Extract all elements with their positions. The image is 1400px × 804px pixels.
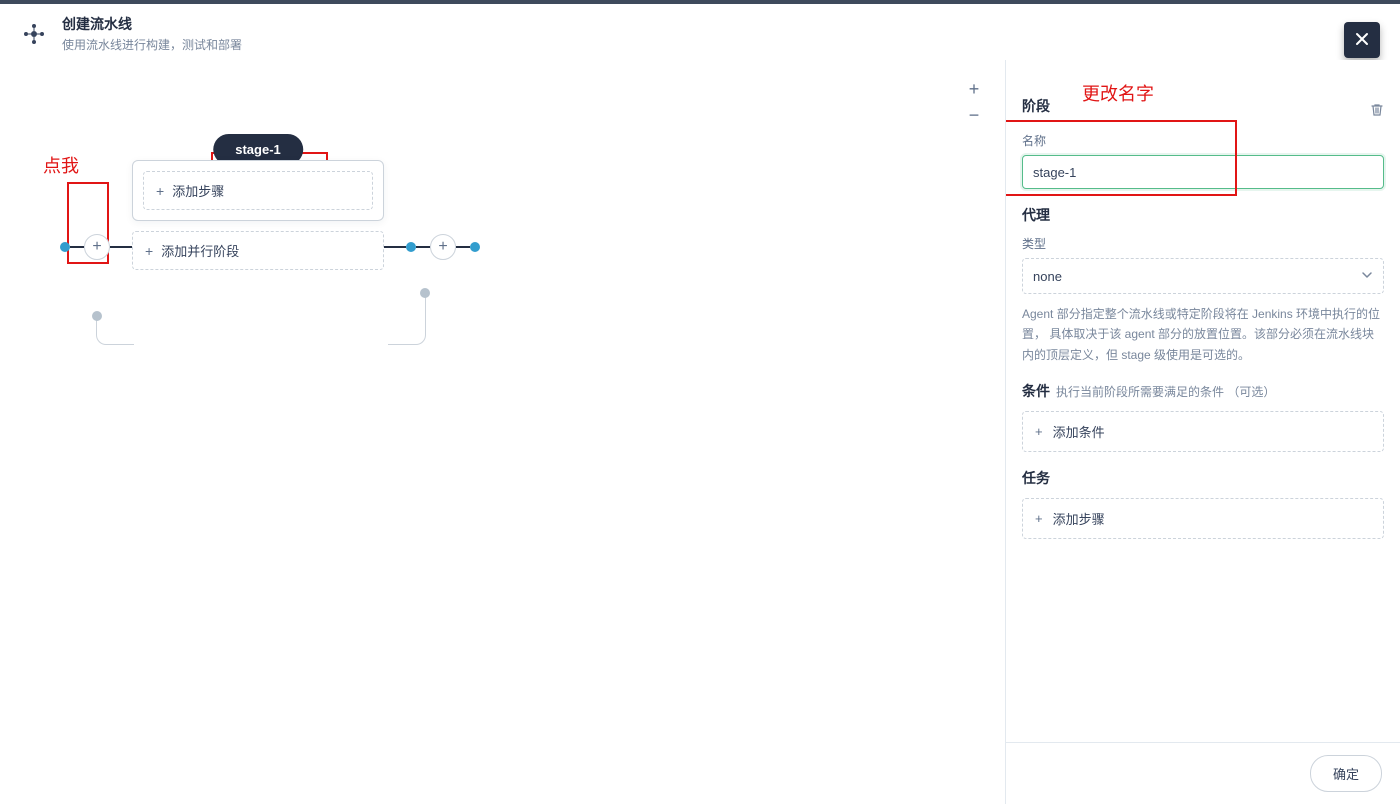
stage-name-input[interactable] bbox=[1022, 155, 1384, 189]
branch-connector-left bbox=[96, 315, 134, 345]
type-field-label: 类型 bbox=[1022, 235, 1384, 252]
start-node bbox=[60, 242, 70, 252]
zoom-out-button[interactable]: − bbox=[961, 102, 987, 128]
section-stage-title: 阶段 bbox=[1022, 96, 1050, 116]
add-step-button[interactable]: + 添加步骤 bbox=[143, 171, 373, 210]
close-icon bbox=[1354, 31, 1370, 50]
section-conditions-title: 条件 bbox=[1022, 381, 1050, 401]
section-agent-title: 代理 bbox=[1022, 205, 1384, 225]
pipeline-canvas[interactable]: + − 点我 + stage-1 + bbox=[0, 60, 1005, 804]
add-step-label: 添加步骤 bbox=[172, 181, 224, 200]
end-node bbox=[470, 242, 480, 252]
selected-type-value: none bbox=[1033, 269, 1062, 284]
connector-line bbox=[384, 246, 406, 248]
modal-header: 创建流水线 使用流水线进行构建，测试和部署 bbox=[0, 4, 1400, 68]
trash-icon bbox=[1370, 103, 1384, 117]
name-field-label: 名称 bbox=[1022, 132, 1384, 149]
stage-settings-panel: 更改名字 阶段 名称 代理 类型 none Agent 部分指定整个流水线或特定… bbox=[1005, 60, 1400, 804]
page-subtitle: 使用流水线进行构建，测试和部署 bbox=[62, 36, 242, 53]
plus-icon: + bbox=[156, 184, 164, 198]
add-condition-button[interactable]: + 添加条件 bbox=[1022, 411, 1384, 452]
conditions-hint: 执行当前阶段所需要满足的条件 （可选） bbox=[1056, 383, 1275, 400]
annotation-click-me: 点我 bbox=[43, 152, 79, 178]
add-step-panel-button[interactable]: + 添加步骤 bbox=[1022, 498, 1384, 539]
connector-line bbox=[456, 246, 470, 248]
stage-name: stage-1 bbox=[235, 142, 281, 157]
add-stage-after-button[interactable]: + bbox=[430, 234, 456, 260]
page-title: 创建流水线 bbox=[62, 14, 242, 34]
connector-line bbox=[110, 246, 132, 248]
add-step-panel-label: 添加步骤 bbox=[1053, 509, 1105, 528]
confirm-label: 确定 bbox=[1333, 767, 1359, 782]
add-stage-before-button[interactable]: + bbox=[84, 234, 110, 260]
add-parallel-label: 添加并行阶段 bbox=[161, 241, 239, 260]
connector-line bbox=[416, 246, 430, 248]
stage-card: + 添加步骤 bbox=[132, 160, 384, 221]
agent-type-select[interactable]: none bbox=[1022, 258, 1384, 294]
close-button[interactable] bbox=[1344, 22, 1380, 58]
add-parallel-stage-button[interactable]: + 添加并行阶段 bbox=[132, 231, 384, 270]
zoom-in-button[interactable]: + bbox=[961, 76, 987, 102]
connector-dot bbox=[92, 311, 102, 321]
agent-description: Agent 部分指定整个流水线或特定阶段将在 Jenkins 环境中执行的位置，… bbox=[1022, 304, 1384, 365]
plus-icon: + bbox=[145, 244, 153, 258]
connector-dot bbox=[420, 288, 430, 298]
chevron-down-icon bbox=[1361, 269, 1373, 284]
connector-node bbox=[406, 242, 416, 252]
plus-icon: + bbox=[1035, 424, 1043, 439]
delete-stage-button[interactable] bbox=[1370, 103, 1384, 120]
section-tasks-title: 任务 bbox=[1022, 468, 1384, 488]
plus-icon: + bbox=[1035, 511, 1043, 526]
add-condition-label: 添加条件 bbox=[1053, 422, 1105, 441]
confirm-button[interactable]: 确定 bbox=[1310, 755, 1382, 792]
branch-connector-right bbox=[388, 292, 426, 345]
connector-line bbox=[70, 246, 84, 248]
pipeline-icon bbox=[20, 20, 48, 48]
